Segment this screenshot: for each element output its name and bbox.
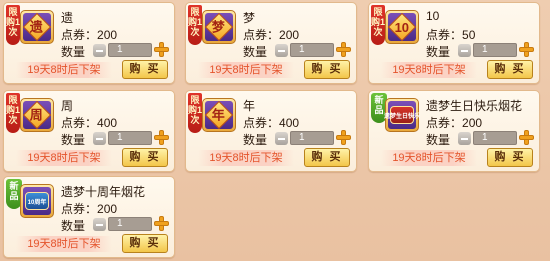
item-price: 点券：200	[61, 26, 117, 43]
price-label: 点券：	[61, 116, 98, 130]
increase-quantity-button[interactable]	[154, 42, 169, 57]
buy-button[interactable]: 购 买	[122, 60, 168, 79]
limit-badge: 限购1次	[6, 5, 20, 45]
ten-diamond-icon[interactable]: 10	[385, 10, 419, 44]
quantity-input[interactable]: 1	[108, 217, 152, 231]
quantity-label: 数量	[61, 133, 86, 147]
quantity-label: 数量	[426, 133, 451, 147]
quantity-input[interactable]: 1	[290, 131, 334, 145]
shop-grid: 限购1次 遗 遗 点券：200 数量 1 19天8时后下架 购 买 限购1次 梦…	[0, 0, 550, 261]
increase-quantity-button[interactable]	[519, 42, 534, 57]
item-name: 年	[243, 99, 256, 113]
meng-diamond-icon[interactable]: 梦	[202, 10, 236, 44]
item-name: 遗梦十周年烟花	[61, 185, 146, 199]
buy-button[interactable]: 购 买	[487, 60, 533, 79]
price-value: 200	[279, 28, 300, 42]
quantity-label: 数量	[243, 45, 268, 59]
item-name: 遗	[61, 11, 74, 25]
price-value: 200	[462, 116, 483, 130]
decrease-quantity-button[interactable]	[458, 44, 471, 57]
price-label: 点券：	[243, 116, 280, 130]
decrease-quantity-button[interactable]	[275, 132, 288, 145]
quantity-label: 数量	[61, 45, 86, 59]
item-name: 遗梦生日快乐烟花	[426, 99, 523, 113]
shop-item-card: 限购1次 年 年 点券：400 数量 1 19天8时后下架 购 买	[185, 90, 357, 172]
price-value: 200	[97, 28, 118, 42]
buy-button[interactable]: 购 买	[487, 148, 533, 167]
price-label: 点券：	[61, 202, 98, 216]
limit-badge: 限购1次	[6, 93, 20, 133]
item-name: 周	[61, 99, 74, 113]
price-value: 400	[97, 116, 118, 130]
yi-diamond-icon[interactable]: 遗	[20, 10, 54, 44]
quantity-input[interactable]: 1	[108, 131, 152, 145]
item-price: 点券：200	[243, 26, 299, 43]
item-price: 点券：400	[61, 114, 117, 131]
buy-button[interactable]: 购 买	[122, 234, 168, 253]
increase-quantity-button[interactable]	[154, 216, 169, 231]
buy-button[interactable]: 购 买	[304, 60, 350, 79]
delist-timer: 19天8时后下架	[381, 62, 477, 78]
shop-item-card: 限购1次 梦 梦 点券：200 数量 1 19天8时后下架 购 买	[185, 2, 357, 84]
price-label: 点券：	[426, 28, 463, 42]
decrease-quantity-button[interactable]	[93, 44, 106, 57]
increase-quantity-button[interactable]	[154, 130, 169, 145]
buy-button[interactable]: 购 买	[122, 148, 168, 167]
price-value: 50	[462, 28, 476, 42]
limit-badge: 限购1次	[188, 5, 202, 45]
item-price: 点券：200	[61, 200, 117, 217]
anniversary-firework-icon[interactable]: 10周年	[20, 184, 54, 218]
decrease-quantity-button[interactable]	[275, 44, 288, 57]
quantity-label: 数量	[426, 45, 451, 59]
item-price: 点券：400	[243, 114, 299, 131]
item-name: 10	[426, 9, 440, 23]
delist-timer: 19天8时后下架	[381, 150, 477, 166]
nian-diamond-icon[interactable]: 年	[202, 98, 236, 132]
quantity-label: 数量	[61, 219, 86, 233]
quantity-input[interactable]: 1	[473, 131, 517, 145]
decrease-quantity-button[interactable]	[93, 218, 106, 231]
quantity-input[interactable]: 1	[473, 43, 517, 57]
buy-button[interactable]: 购 买	[304, 148, 350, 167]
delist-timer: 19天8时后下架	[198, 150, 294, 166]
delist-timer: 19天8时后下架	[16, 236, 112, 252]
decrease-quantity-button[interactable]	[93, 132, 106, 145]
shop-item-card: 新品 遗梦生日快乐 遗梦生日快乐烟花 点券：200 数量 1 19天8时后下架 …	[368, 90, 540, 172]
quantity-input[interactable]: 1	[108, 43, 152, 57]
price-value: 400	[279, 116, 300, 130]
shop-item-card: 限购1次 10 10 点券：50 数量 1 19天8时后下架 购 买	[368, 2, 540, 84]
shop-item-card: 限购1次 周 周 点券：400 数量 1 19天8时后下架 购 买	[3, 90, 175, 172]
decrease-quantity-button[interactable]	[458, 132, 471, 145]
shop-item-card: 新品 10周年 遗梦十周年烟花 点券：200 数量 1 19天8时后下架 购 买	[3, 176, 175, 258]
price-label: 点券：	[61, 28, 98, 42]
item-name: 梦	[243, 11, 256, 25]
shop-item-card: 限购1次 遗 遗 点券：200 数量 1 19天8时后下架 购 买	[3, 2, 175, 84]
increase-quantity-button[interactable]	[336, 130, 351, 145]
price-value: 200	[97, 202, 118, 216]
delist-timer: 19天8时后下架	[16, 150, 112, 166]
price-label: 点券：	[426, 116, 463, 130]
limit-badge: 限购1次	[188, 93, 202, 133]
increase-quantity-button[interactable]	[336, 42, 351, 57]
delist-timer: 19天8时后下架	[198, 62, 294, 78]
quantity-input[interactable]: 1	[290, 43, 334, 57]
item-price: 点券：200	[426, 114, 482, 131]
price-label: 点券：	[243, 28, 280, 42]
quantity-label: 数量	[243, 133, 268, 147]
increase-quantity-button[interactable]	[519, 130, 534, 145]
zhou-diamond-icon[interactable]: 周	[20, 98, 54, 132]
limit-badge: 限购1次	[371, 5, 385, 45]
birthday-firework-icon[interactable]: 遗梦生日快乐	[384, 98, 420, 132]
delist-timer: 19天8时后下架	[16, 62, 112, 78]
item-price: 点券：50	[426, 26, 475, 43]
